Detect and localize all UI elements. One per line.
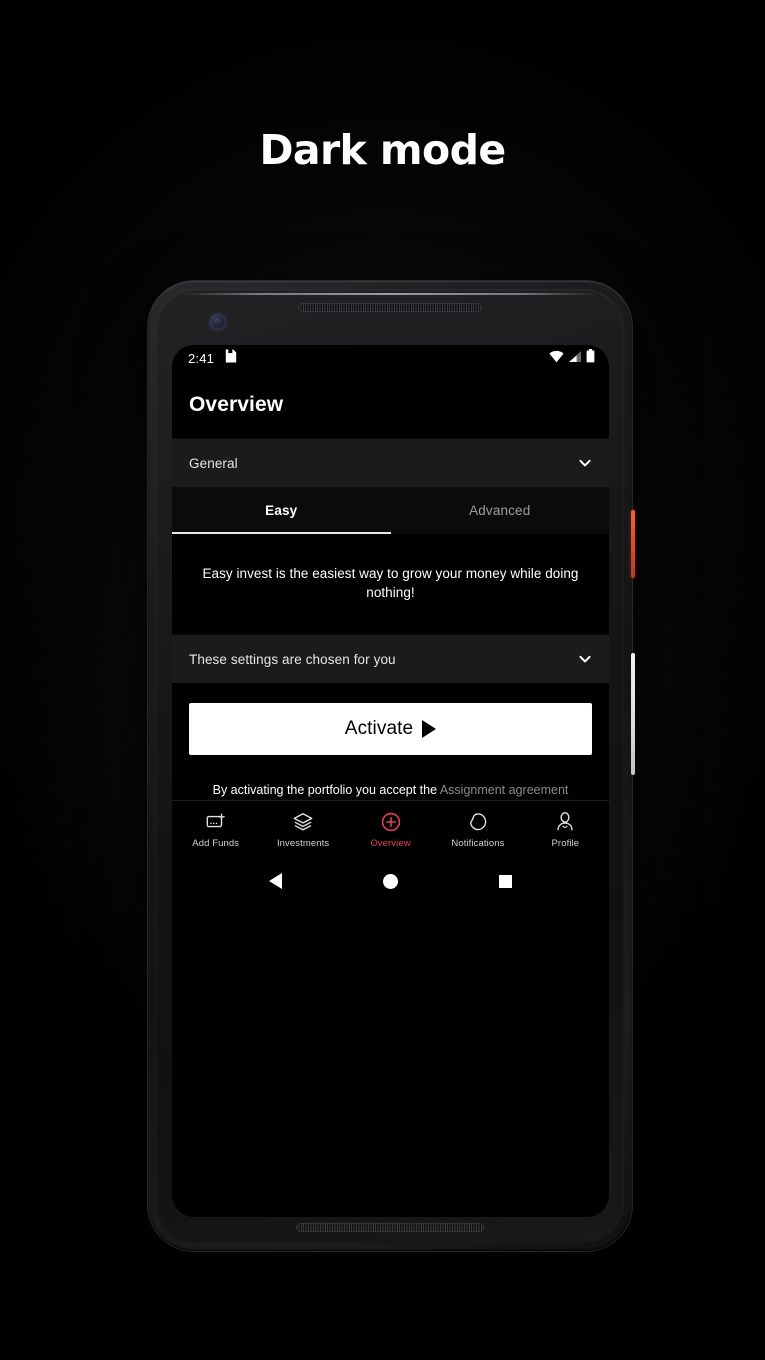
nav-item-notifications[interactable]: Notifications: [434, 811, 521, 849]
add-funds-icon: [205, 811, 227, 833]
recents-button[interactable]: [499, 874, 513, 888]
volume-rocker-button[interactable]: [631, 653, 635, 775]
disclaimer-text: By activating the portfolio you accept t…: [189, 781, 592, 800]
tab-description-text: Easy invest is the easiest way to grow y…: [202, 566, 579, 601]
activate-button[interactable]: Activate: [189, 703, 592, 756]
cta-area: Activate By activating the portfolio you…: [172, 683, 609, 801]
cellular-signal-icon: [568, 350, 582, 368]
settings-summary-row[interactable]: These settings are chosen for you: [172, 634, 609, 684]
bell-icon: [467, 811, 489, 833]
nav-item-profile[interactable]: Profile: [522, 811, 609, 849]
status-bar: 2:41: [172, 345, 609, 372]
wifi-icon: [549, 350, 564, 368]
chevron-down-icon: [577, 455, 593, 471]
nav-item-add-funds[interactable]: Add Funds: [172, 811, 259, 849]
layers-icon: [292, 811, 314, 833]
tab-easy[interactable]: Easy: [172, 487, 391, 534]
app-bar: Overview: [172, 372, 609, 438]
phone-screen: 2:41 Overview General Easy Advanced Easy…: [172, 345, 609, 1217]
home-button[interactable]: [382, 873, 398, 889]
power-button[interactable]: [631, 510, 635, 578]
assignment-agreement-link[interactable]: Assignment agreement: [440, 783, 569, 797]
nav-label-profile: Profile: [551, 837, 580, 849]
tab-active-indicator: [172, 531, 391, 534]
nav-label-overview: Overview: [370, 837, 411, 849]
chevron-down-icon: [577, 651, 593, 667]
earpiece-speaker: [298, 303, 482, 312]
tab-advanced[interactable]: Advanced: [391, 487, 610, 534]
activate-button-label: Activate: [344, 718, 414, 740]
status-bar-right: [549, 349, 595, 368]
disclaimer-prefix: By activating the portfolio you accept t…: [212, 783, 440, 798]
play-icon: [422, 720, 437, 739]
bottom-speaker-grille: [296, 1223, 484, 1232]
bottom-navigation-bar: Add Funds Investments Overview Notificat…: [172, 800, 609, 859]
screenshot-stage: Dark mode 2:41 Overview General Easy Adv…: [0, 0, 765, 1360]
tab-advanced-label: Advanced: [469, 503, 531, 518]
back-button[interactable]: [268, 873, 282, 890]
front-camera-icon: [210, 314, 226, 330]
save-icon: [225, 349, 237, 368]
status-time: 2:41: [188, 351, 215, 366]
tab-easy-label: Easy: [265, 503, 298, 518]
nav-label-investments: Investments: [276, 837, 330, 849]
frame-highlight: [182, 293, 598, 295]
nav-label-notifications: Notifications: [451, 837, 505, 849]
app-bar-title: Overview: [189, 393, 284, 416]
nav-item-overview[interactable]: Overview: [347, 811, 434, 849]
person-icon: [554, 811, 576, 833]
battery-icon: [586, 349, 595, 368]
section-selector-general[interactable]: General: [172, 438, 609, 487]
android-system-navigation: [172, 858, 609, 905]
nav-label-add-funds: Add Funds: [192, 837, 240, 849]
tab-description-panel: Easy invest is the easiest way to grow y…: [172, 534, 609, 635]
nav-item-investments[interactable]: Investments: [259, 811, 346, 849]
plus-circle-icon: [380, 811, 402, 833]
status-bar-left: 2:41: [188, 349, 237, 368]
tab-bar: Easy Advanced: [172, 487, 609, 534]
page-title: Dark mode: [259, 126, 506, 174]
settings-summary-label: These settings are chosen for you: [189, 651, 396, 667]
section-selector-label: General: [189, 455, 238, 471]
